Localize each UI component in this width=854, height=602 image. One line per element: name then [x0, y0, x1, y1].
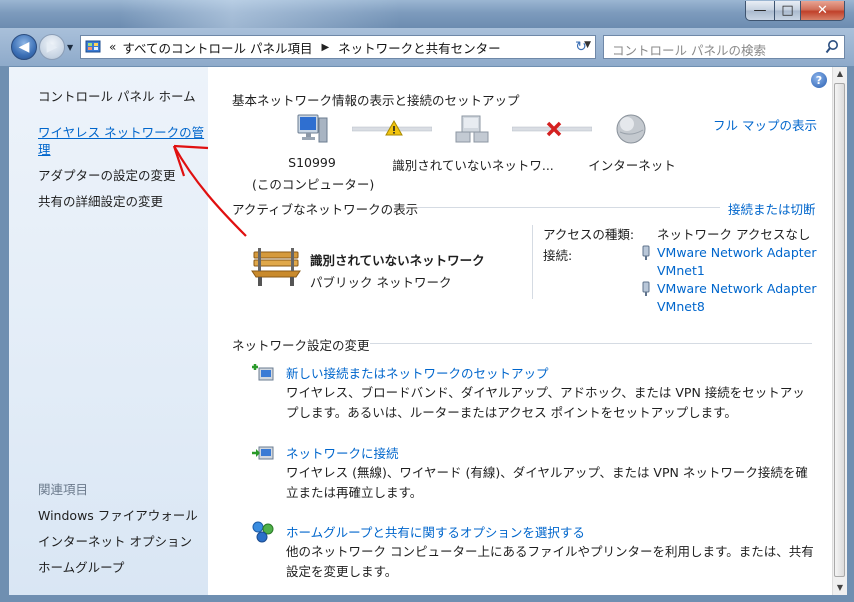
network-icon — [455, 115, 489, 143]
control-panel-home-link[interactable]: コントロール パネル ホーム — [38, 86, 196, 105]
adapter-icon — [642, 245, 650, 260]
change-settings-heading: ネットワーク設定の変更 — [232, 338, 370, 353]
breadcrumb-separator-icon[interactable]: ▶ — [321, 42, 329, 53]
divider — [418, 207, 720, 208]
homegroup-sharing-link[interactable]: ホームグループと共有に関するオプションを選択する — [286, 522, 585, 541]
breadcrumb-overflow-icon[interactable]: « — [109, 40, 116, 54]
homegroup-sharing-desc: 他のネットワーク コンピューター上にあるファイルやプリンターを利用します。または… — [286, 544, 814, 579]
network-name: 識別されていないネットワーク — [310, 253, 485, 268]
network-divider — [532, 225, 533, 299]
connections-label: 接続: — [543, 248, 573, 263]
minimize-button[interactable]: — — [745, 1, 775, 21]
adapter-vmnet1-link[interactable]: VMware Network Adapter — [657, 245, 817, 260]
address-bar[interactable]: « すべてのコントロール パネル項目 ▶ ネットワークと共有センター ▼ — [80, 35, 596, 59]
adapter-vmnet8-link[interactable]: VMware Network Adapter — [657, 281, 817, 296]
homegroup-icon — [252, 521, 274, 543]
computer-icon — [297, 114, 328, 143]
maximize-button[interactable]: □ — [774, 1, 801, 21]
search-placeholder: コントロール パネルの検索 — [612, 43, 766, 58]
new-connection-link[interactable]: 新しい接続またはネットワークのセットアップ — [286, 363, 549, 382]
new-connection-desc: ワイヤレス、ブロードバンド、ダイヤルアップ、アドホック、または VPN 接続をセ… — [286, 385, 805, 420]
adapter-icon — [642, 281, 650, 296]
access-type-label: アクセスの種類: — [543, 227, 635, 242]
close-button[interactable]: ✕ — [800, 1, 845, 21]
refresh-button[interactable]: ↻ — [568, 36, 594, 58]
scrollbar[interactable]: ▲ ▼ — [832, 67, 847, 595]
adapter-vmnet1-name[interactable]: VMnet1 — [657, 263, 705, 278]
error-connection-icon — [512, 121, 592, 137]
help-icon[interactable]: ? — [811, 72, 827, 88]
adapter-vmnet8-name[interactable]: VMnet8 — [657, 299, 705, 314]
homegroup-link[interactable]: ホームグループ — [38, 557, 124, 576]
connect-network-icon — [252, 446, 274, 460]
internet-options-link[interactable]: インターネット オプション — [38, 531, 192, 550]
recent-pages-button[interactable]: ▼ — [67, 43, 73, 52]
full-map-link[interactable]: フル マップの表示 — [713, 115, 817, 134]
forward-button[interactable]: ▶ — [39, 34, 65, 60]
access-type-value: ネットワーク アクセスなし — [657, 227, 811, 242]
scroll-up-icon[interactable]: ▲ — [833, 67, 847, 81]
back-button[interactable]: ◀ — [11, 34, 37, 60]
change-adapter-settings-link[interactable]: アダプターの設定の変更 — [38, 165, 176, 184]
connect-network-link[interactable]: ネットワークに接続 — [286, 443, 399, 462]
warning-connection-icon — [352, 119, 432, 136]
related-items-heading: 関連項目 — [38, 482, 89, 497]
internet-node-label: インターネット — [588, 158, 676, 173]
manage-wireless-link-cont[interactable]: 理 — [38, 139, 51, 158]
scroll-thumb[interactable] — [834, 83, 845, 577]
breadcrumb-network-center[interactable]: ネットワークと共有センター — [338, 38, 501, 57]
control-panel-icon — [85, 40, 101, 53]
breadcrumb-all-items[interactable]: すべてのコントロール パネル項目 — [122, 38, 312, 57]
windows-firewall-link[interactable]: Windows ファイアウォール — [38, 505, 198, 524]
globe-icon — [616, 114, 646, 144]
divider — [370, 343, 812, 344]
bench-icon — [251, 248, 301, 286]
network-type[interactable]: パブリック ネットワーク — [310, 272, 451, 291]
connect-network-desc: ワイヤレス (無線)、ワイヤード (有線)、ダイヤルアップ、または VPN ネッ… — [286, 465, 808, 500]
new-connection-icon — [252, 364, 274, 381]
advanced-sharing-link[interactable]: 共有の詳細設定の変更 — [38, 191, 163, 210]
scroll-down-icon[interactable]: ▼ — [833, 581, 847, 595]
title-bar[interactable] — [0, 0, 854, 30]
computer-name-label: S10999 — [288, 155, 336, 170]
page-title: 基本ネットワーク情報の表示と接続のセットアップ — [232, 93, 520, 108]
network-node-label: 識別されていないネットワ... — [392, 158, 554, 173]
active-networks-heading: アクティブなネットワークの表示 — [232, 202, 419, 217]
connect-disconnect-link[interactable]: 接続または切断 — [728, 199, 816, 218]
computer-sub-label: (このコンピューター) — [252, 177, 375, 192]
search-icon[interactable] — [825, 39, 839, 55]
annotation-arrow-icon — [172, 144, 247, 237]
search-input[interactable]: コントロール パネルの検索 — [603, 35, 845, 59]
